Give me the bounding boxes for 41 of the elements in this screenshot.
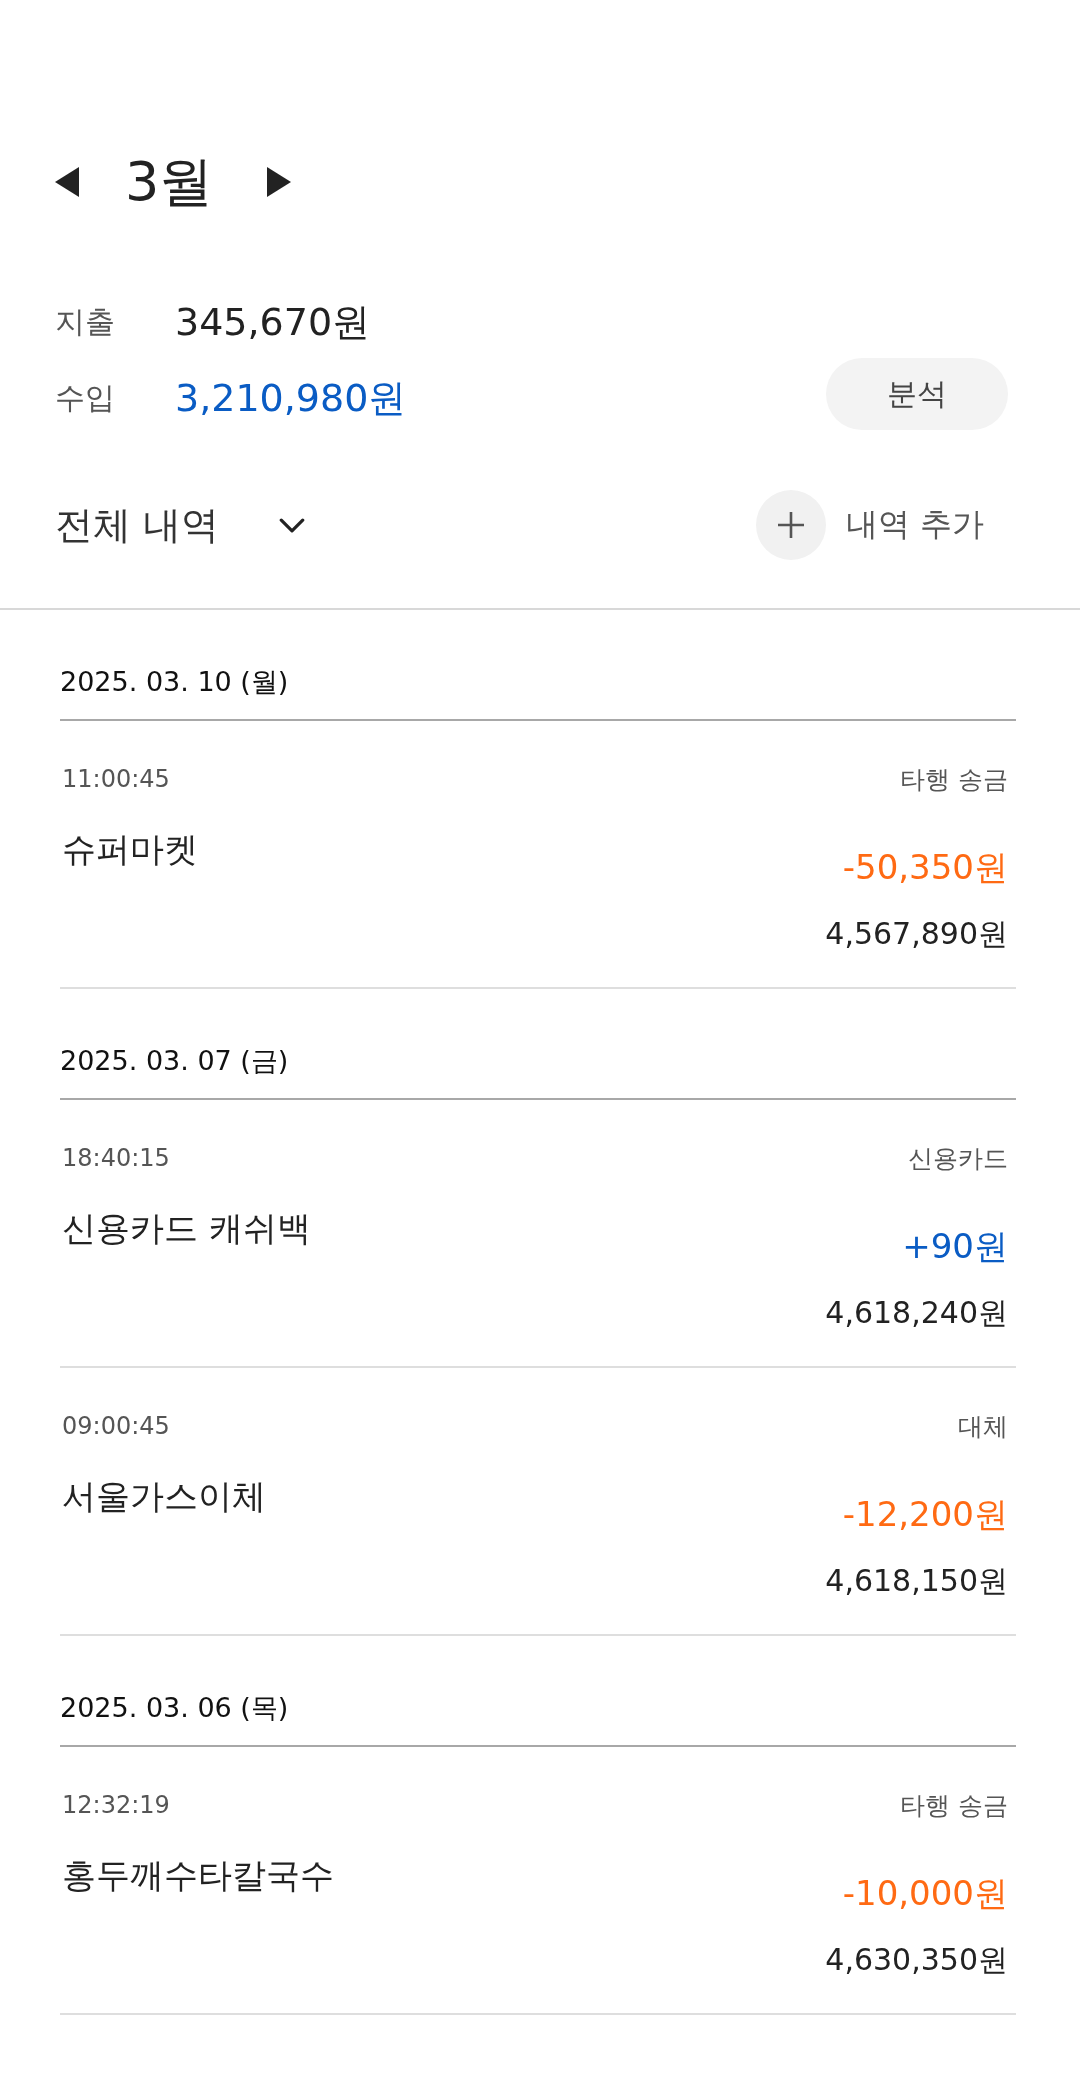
transaction-name: 서울가스이체 <box>62 1475 266 1518</box>
transaction-time: 11:00:45 <box>62 765 170 793</box>
transaction-amount: -12,200원 <box>842 1493 1008 1536</box>
transaction-category: 신용카드 <box>908 1142 1008 1175</box>
next-month-button[interactable] <box>267 167 292 197</box>
transaction-category: 타행 송금 <box>900 1789 1008 1822</box>
add-entry-button[interactable]: 내역 추가 <box>755 490 984 560</box>
date-header: 2025. 03. 07 (금) <box>60 989 1016 1100</box>
analyze-button[interactable]: 분석 <box>826 358 1008 430</box>
transaction-time: 12:32:19 <box>62 1791 170 1819</box>
transaction-amount: -50,350원 <box>842 846 1008 889</box>
transaction-amount: -10,000원 <box>842 1872 1008 1915</box>
summary-amount: 345,670원 <box>175 298 371 346</box>
transaction-row[interactable]: 09:00:45 대체 서울가스이체 -12,200원 4,618,150원 <box>60 1368 1016 1636</box>
right-triangle-icon <box>267 167 292 197</box>
plus-icon <box>755 490 826 560</box>
balance-amount: 4,567,890원 <box>825 915 1008 953</box>
transaction-name: 슈퍼마켓 <box>62 828 198 871</box>
balance-amount: 4,618,150원 <box>825 1562 1008 1600</box>
transaction-row[interactable]: 11:00:45 타행 송금 슈퍼마켓 -50,350원 4,567,890원 <box>60 721 1016 989</box>
left-triangle-icon <box>55 167 79 197</box>
transaction-row[interactable]: 18:40:15 신용카드 신용카드 캐쉬백 +90원 4,618,240원 <box>60 1100 1016 1368</box>
transaction-category: 타행 송금 <box>900 763 1008 796</box>
date-header: 2025. 03. 10 (월) <box>60 610 1016 721</box>
transaction-name: 홍두깨수타칼국수 <box>62 1854 334 1897</box>
summary-label: 지출 <box>55 302 115 341</box>
transaction-name: 신용카드 캐쉬백 <box>62 1207 311 1250</box>
summary-amount: 3,210,980원 <box>175 374 407 422</box>
transaction-time: 09:00:45 <box>62 1412 170 1440</box>
balance-amount: 4,630,350원 <box>825 1941 1008 1979</box>
previous-month-button[interactable] <box>55 167 79 197</box>
transaction-category: 대체 <box>958 1410 1008 1443</box>
filter-dropdown[interactable]: 전체 내역 <box>55 499 306 551</box>
transaction-amount: +90원 <box>902 1225 1008 1268</box>
transaction-time: 18:40:15 <box>62 1144 170 1172</box>
summary-label: 수입 <box>55 378 115 417</box>
month-title: 3월 <box>125 149 214 215</box>
chevron-down-icon <box>279 517 306 533</box>
balance-amount: 4,618,240원 <box>825 1294 1008 1332</box>
transaction-row[interactable]: 12:32:19 타행 송금 홍두깨수타칼국수 -10,000원 4,630,350원 <box>60 1747 1016 2015</box>
date-header: 2025. 03. 06 (목) <box>60 1636 1016 1747</box>
